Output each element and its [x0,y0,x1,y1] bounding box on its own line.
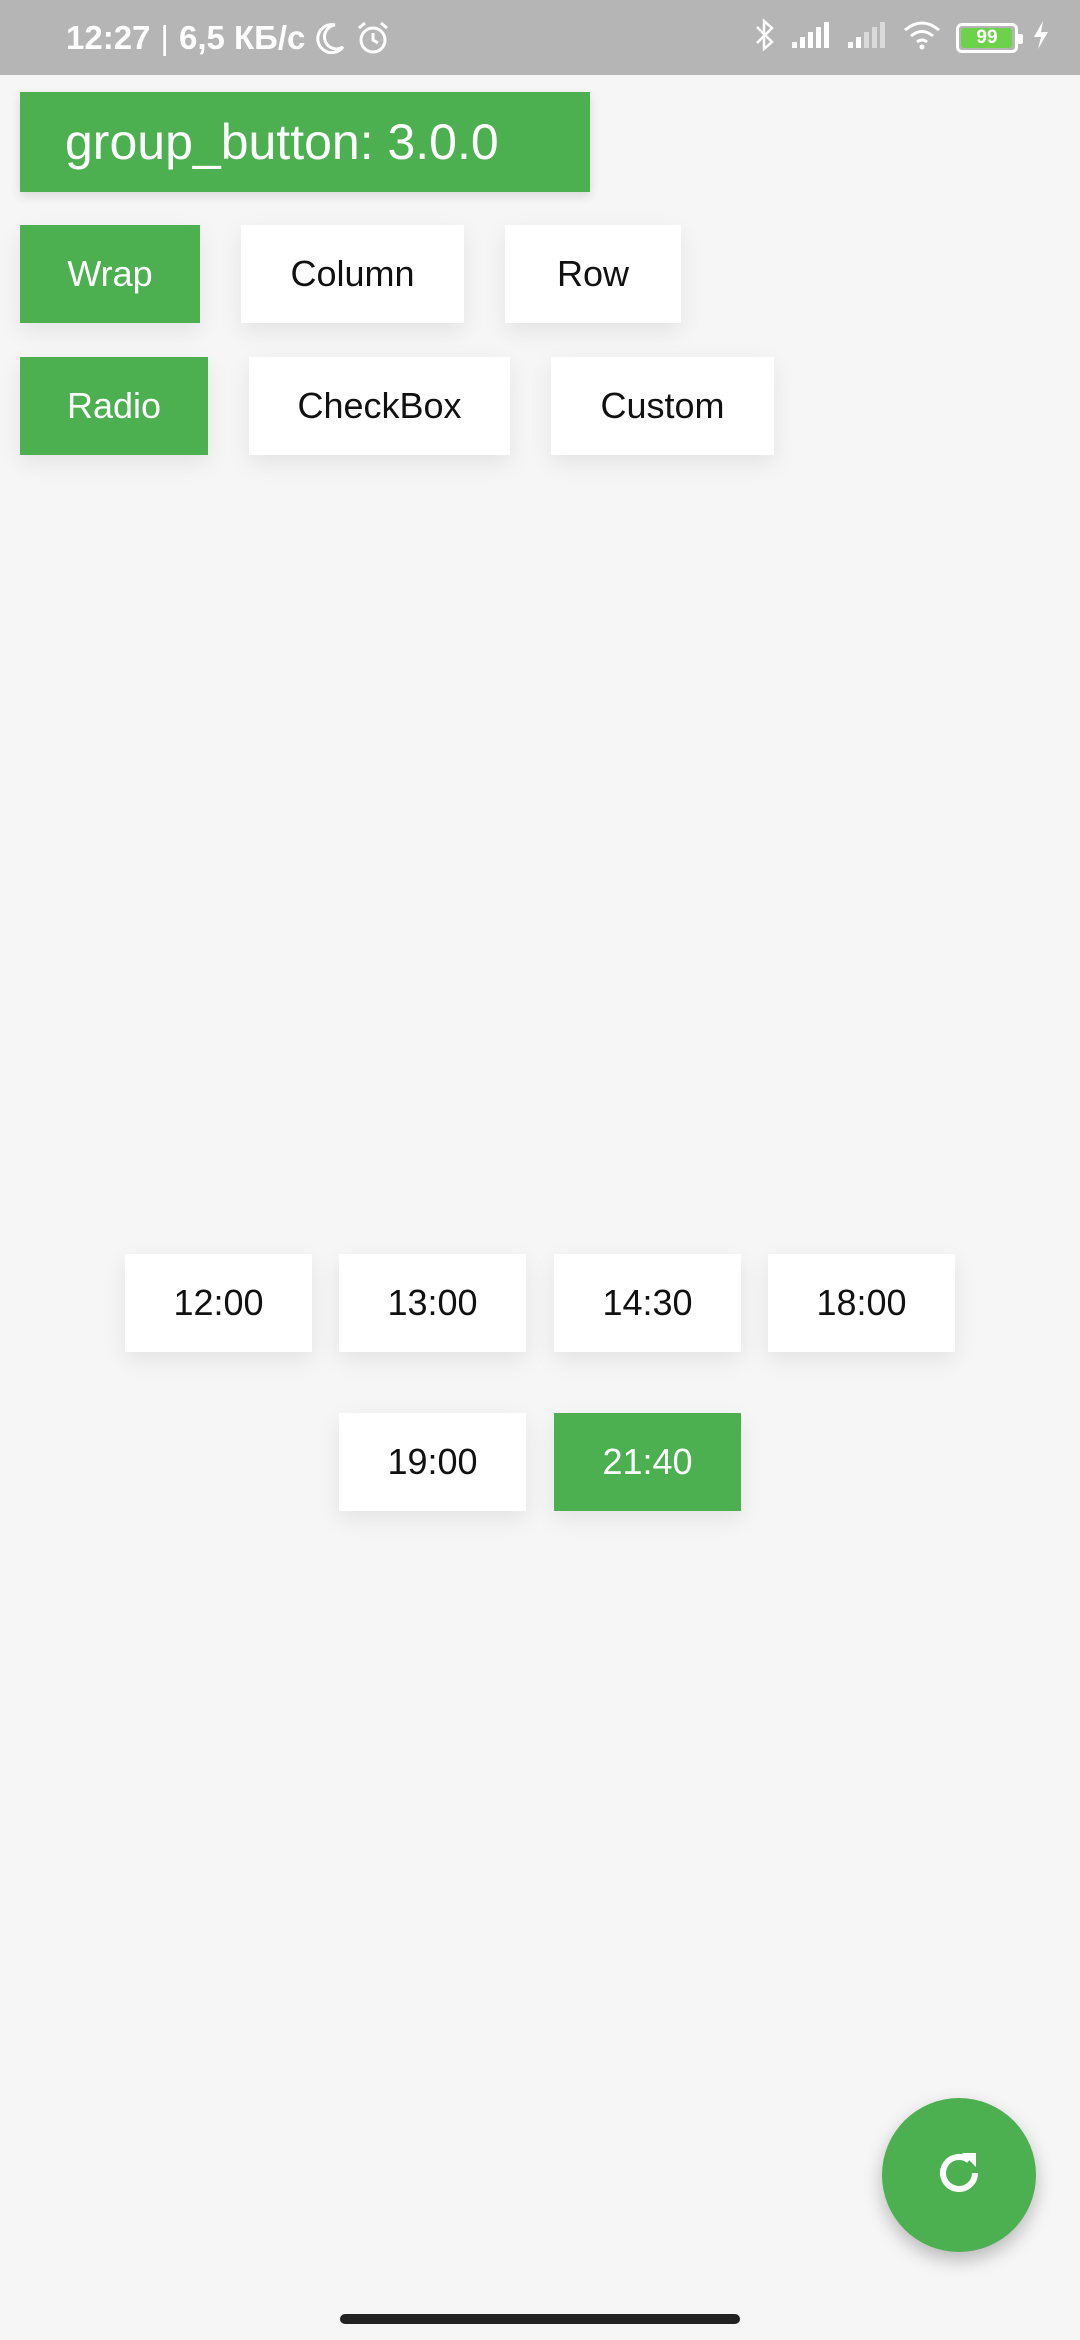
battery-icon: 99 [956,22,1023,53]
checkbox-button-label: CheckBox [297,385,462,426]
custom-button[interactable]: Custom [551,357,774,455]
charging-icon [1032,20,1050,55]
battery-level: 99 [976,26,998,48]
alarm-icon [355,20,391,56]
time-button-label: 13:00 [387,1282,478,1323]
wifi-icon [902,20,942,55]
column-button-label: Column [290,253,415,294]
status-bar: 12:27 | 6,5 КБ/с 99 [0,0,1080,75]
home-indicator[interactable] [340,2314,740,2324]
time-button-1430[interactable]: 14:30 [554,1254,741,1352]
time-button-label: 18:00 [816,1282,907,1323]
signal-icon [846,20,888,55]
bluetooth-icon [754,18,776,57]
row-button-label: Row [556,253,630,294]
time-button-label: 19:00 [387,1441,478,1482]
time-button-2140[interactable]: 21:40 [554,1413,741,1511]
time-button-1300[interactable]: 13:00 [339,1254,526,1352]
page-title: group_button: 3.0.0 [20,92,590,192]
wrap-button[interactable]: Wrap [20,225,200,323]
column-button[interactable]: Column [241,225,464,323]
signal-icon [790,20,832,55]
refresh-button[interactable] [882,2098,1036,2252]
moon-icon [313,21,347,55]
time-button-1800[interactable]: 18:00 [768,1254,955,1352]
wrap-button-label: Wrap [67,253,153,294]
refresh-icon [931,2145,987,2206]
row-button[interactable]: Row [505,225,681,323]
time-button-1200[interactable]: 12:00 [125,1254,312,1352]
checkbox-button[interactable]: CheckBox [249,357,510,455]
navigation-bar [0,2296,1080,2340]
network-speed: 6,5 КБ/с [178,18,306,56]
time-button-label: 14:30 [602,1282,693,1323]
time-button-label: 21:40 [602,1441,693,1482]
status-separator: | [160,18,169,56]
radio-button[interactable]: Radio [20,357,208,455]
status-time: 12:27 [66,18,151,56]
page-title-text: group_button: 3.0.0 [65,114,499,170]
radio-button-label: Radio [66,385,162,426]
status-right: 99 [754,0,1050,75]
time-button-label: 12:00 [173,1282,264,1323]
time-button-1900[interactable]: 19:00 [339,1413,526,1511]
custom-button-label: Custom [600,385,725,426]
status-left: 12:27 | 6,5 КБ/с [66,0,391,75]
app-screen: 12:27 | 6,5 КБ/с 99 group_button: 3.0.0 … [0,0,1080,2340]
